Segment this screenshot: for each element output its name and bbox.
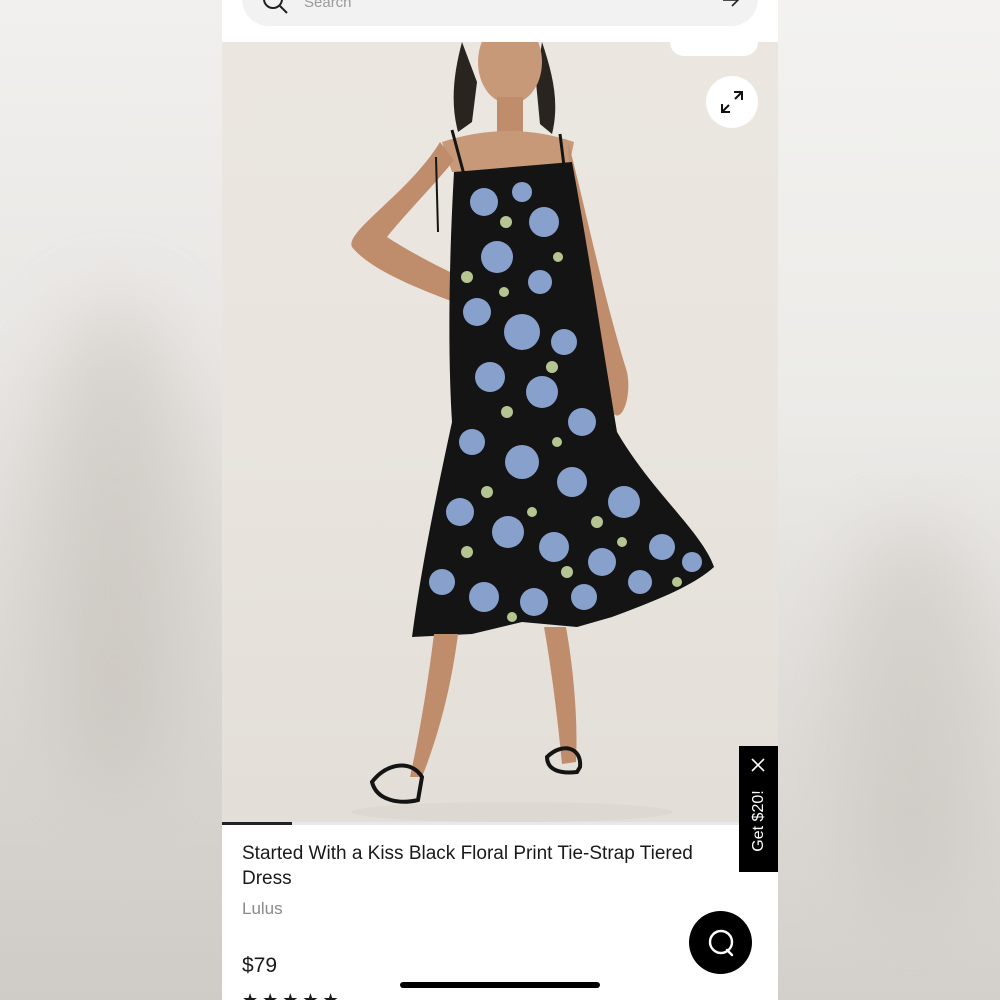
home-indicator[interactable] (400, 982, 600, 988)
product-title: Started With a Kiss Black Floral Print T… (242, 843, 693, 889)
rating-stars[interactable]: ★★★★★ (242, 990, 343, 1000)
phone-screen: Search Started With a Kiss Black Floral … (222, 0, 778, 1000)
background-blur-right (778, 0, 1000, 1000)
search-icon (263, 0, 288, 14)
brand-link[interactable]: Lulus (242, 899, 283, 919)
image-tab-indicator (670, 42, 758, 56)
arrow-right-icon[interactable] (722, 0, 740, 8)
expand-button[interactable] (706, 76, 758, 128)
close-icon[interactable] (751, 758, 765, 772)
product-price: $79 (242, 954, 278, 977)
background-blur-left (0, 0, 222, 1000)
promo-label[interactable]: Get $20! (750, 790, 768, 851)
search-input[interactable]: Search (304, 0, 352, 11)
expand-icon (721, 91, 743, 113)
dress-photo (351, 42, 714, 822)
chat-icon (708, 929, 733, 956)
promo-tab[interactable]: Get $20! (739, 746, 778, 872)
image-carousel-progress (222, 822, 778, 825)
product-image[interactable] (222, 42, 778, 822)
chat-button[interactable] (689, 911, 752, 974)
search-bar[interactable]: Search (242, 0, 758, 26)
carousel-progress-fill (222, 822, 292, 825)
